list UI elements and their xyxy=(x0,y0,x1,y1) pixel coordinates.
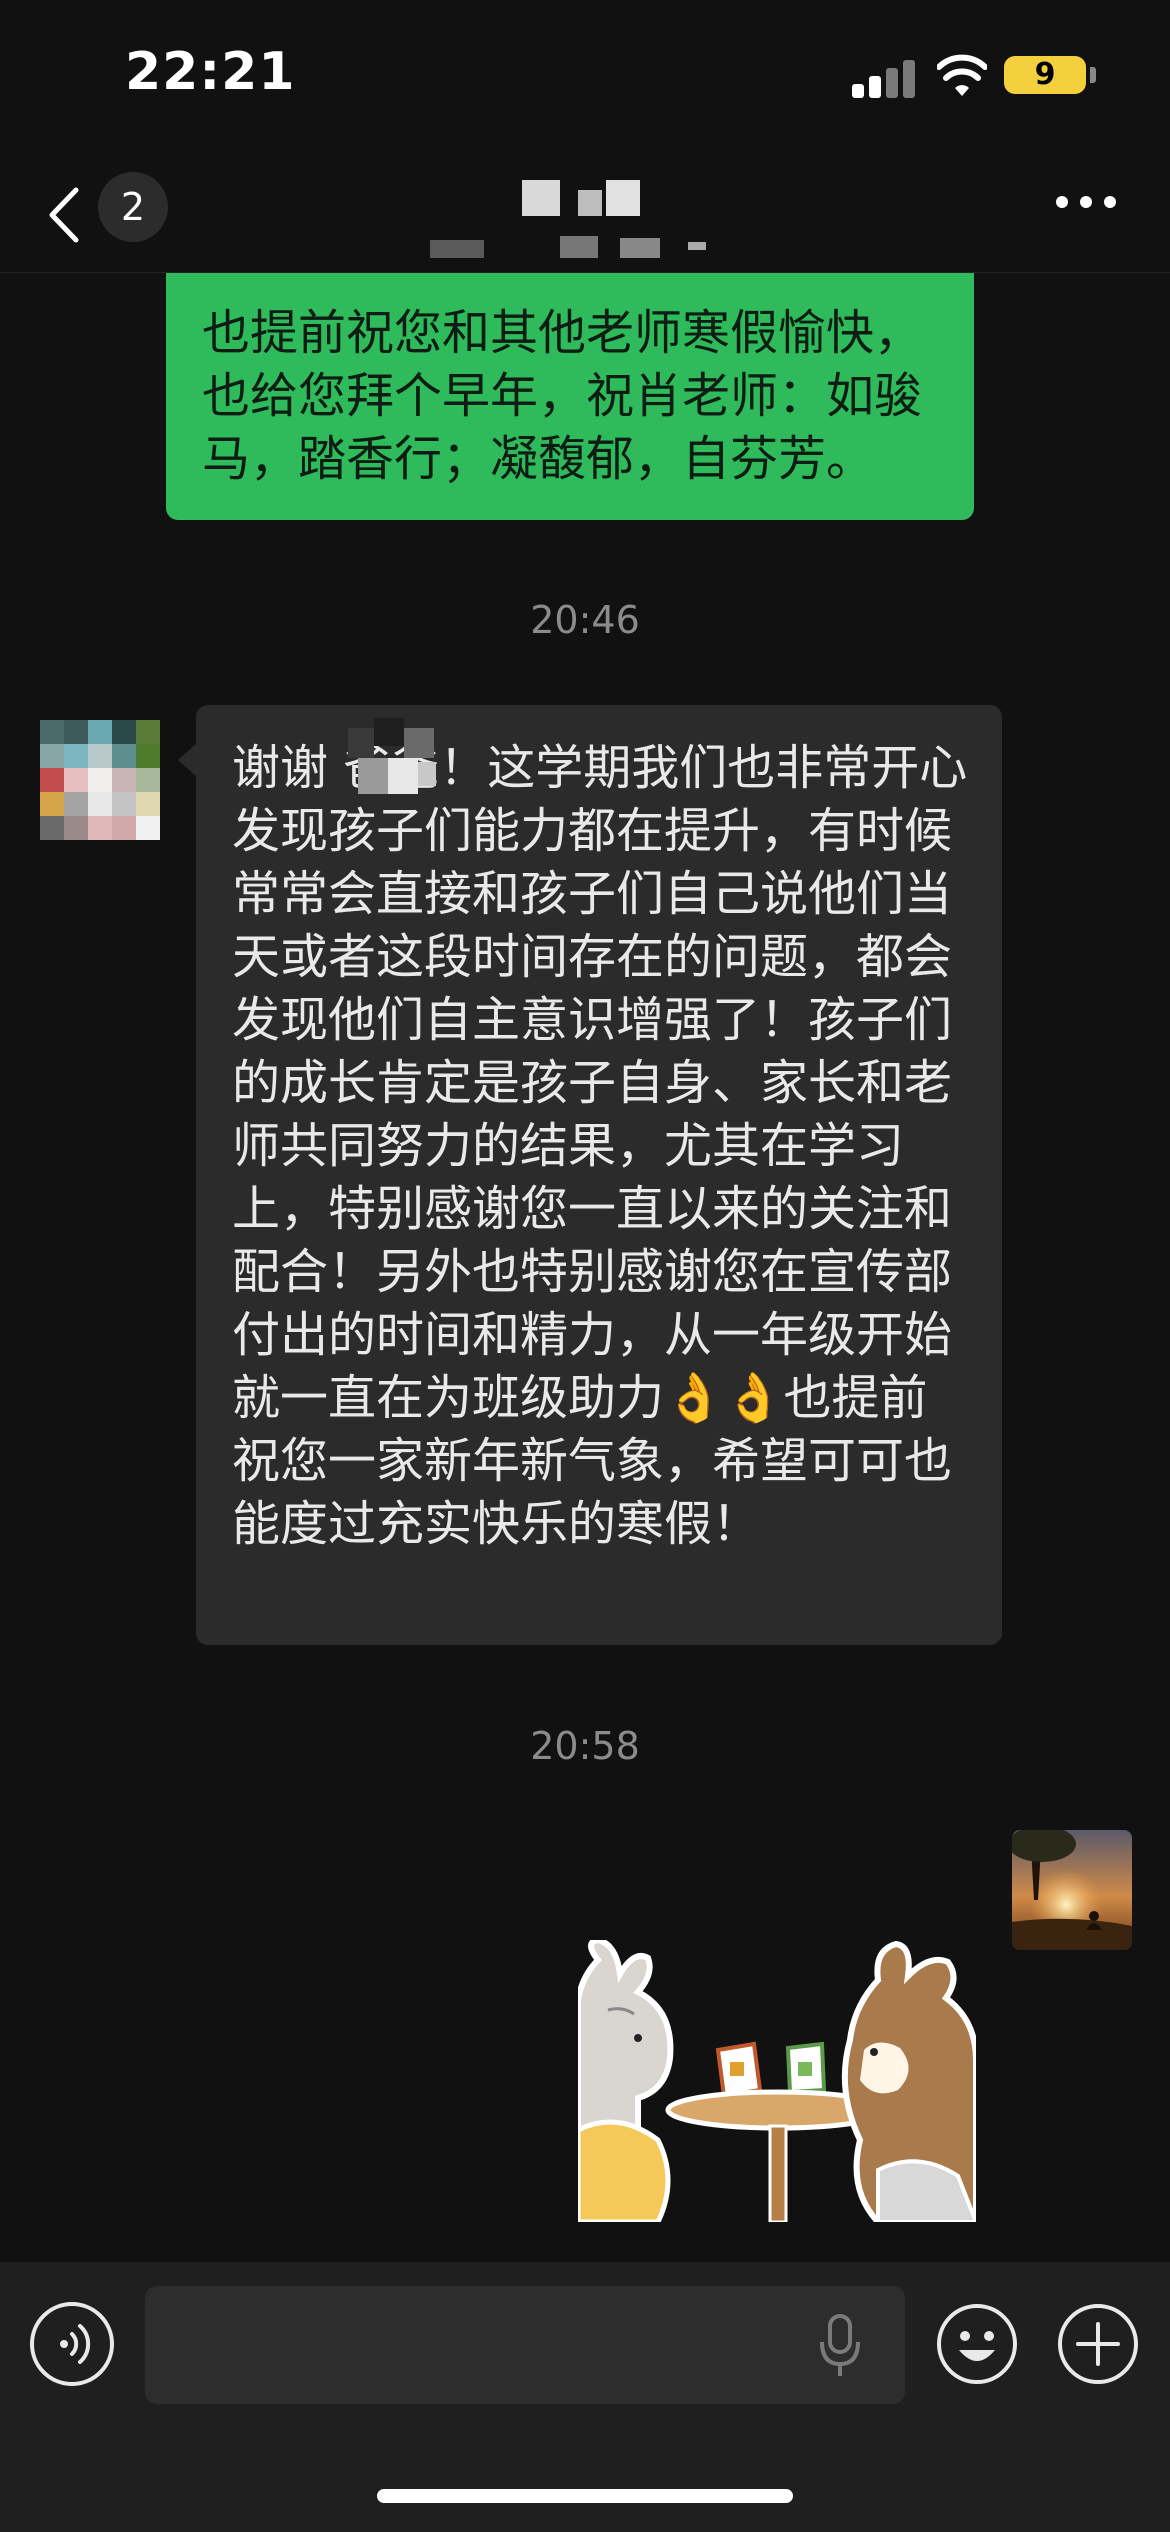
chat-title-redacted xyxy=(430,176,730,268)
sticker-image[interactable] xyxy=(578,1940,976,2222)
message-bubble-sent[interactable]: 也提前祝您和其他老师寒假愉快，也给您拜个早年，祝肖老师：如骏马，踏香行；凝馥郁，… xyxy=(166,268,974,520)
status-bar: 22:21 9 xyxy=(0,0,1170,160)
unread-count-badge[interactable]: 2 xyxy=(98,172,168,242)
cellular-signal-icon xyxy=(852,58,916,98)
my-avatar[interactable] xyxy=(1012,1830,1132,1950)
message-timestamp: 20:46 xyxy=(530,598,640,642)
battery-level: 9 xyxy=(1034,57,1056,92)
home-indicator[interactable] xyxy=(377,2489,793,2503)
battery-icon: 9 xyxy=(1004,56,1086,94)
voice-input-icon[interactable] xyxy=(30,2302,114,2386)
emoji-icon[interactable] xyxy=(935,2302,1019,2386)
message-bubble-received[interactable]: 谢谢 爸爸！这学期我们也非常开心发现孩子们能力都在提升，有时候常常会直接和孩子们… xyxy=(196,705,1002,1645)
wifi-icon xyxy=(937,54,987,96)
redacted-name-overlay xyxy=(348,718,438,808)
more-dots-icon[interactable] xyxy=(1056,196,1116,216)
battery-cap xyxy=(1090,67,1096,83)
bubble-tail xyxy=(178,742,198,778)
contact-avatar[interactable] xyxy=(40,720,160,840)
message-timestamp: 20:58 xyxy=(530,1724,640,1768)
plus-icon[interactable] xyxy=(1056,2302,1140,2386)
status-time: 22:21 xyxy=(125,42,296,102)
chevron-left-icon[interactable] xyxy=(40,180,90,250)
message-input[interactable] xyxy=(145,2286,905,2404)
microphone-icon[interactable] xyxy=(818,2314,862,2378)
